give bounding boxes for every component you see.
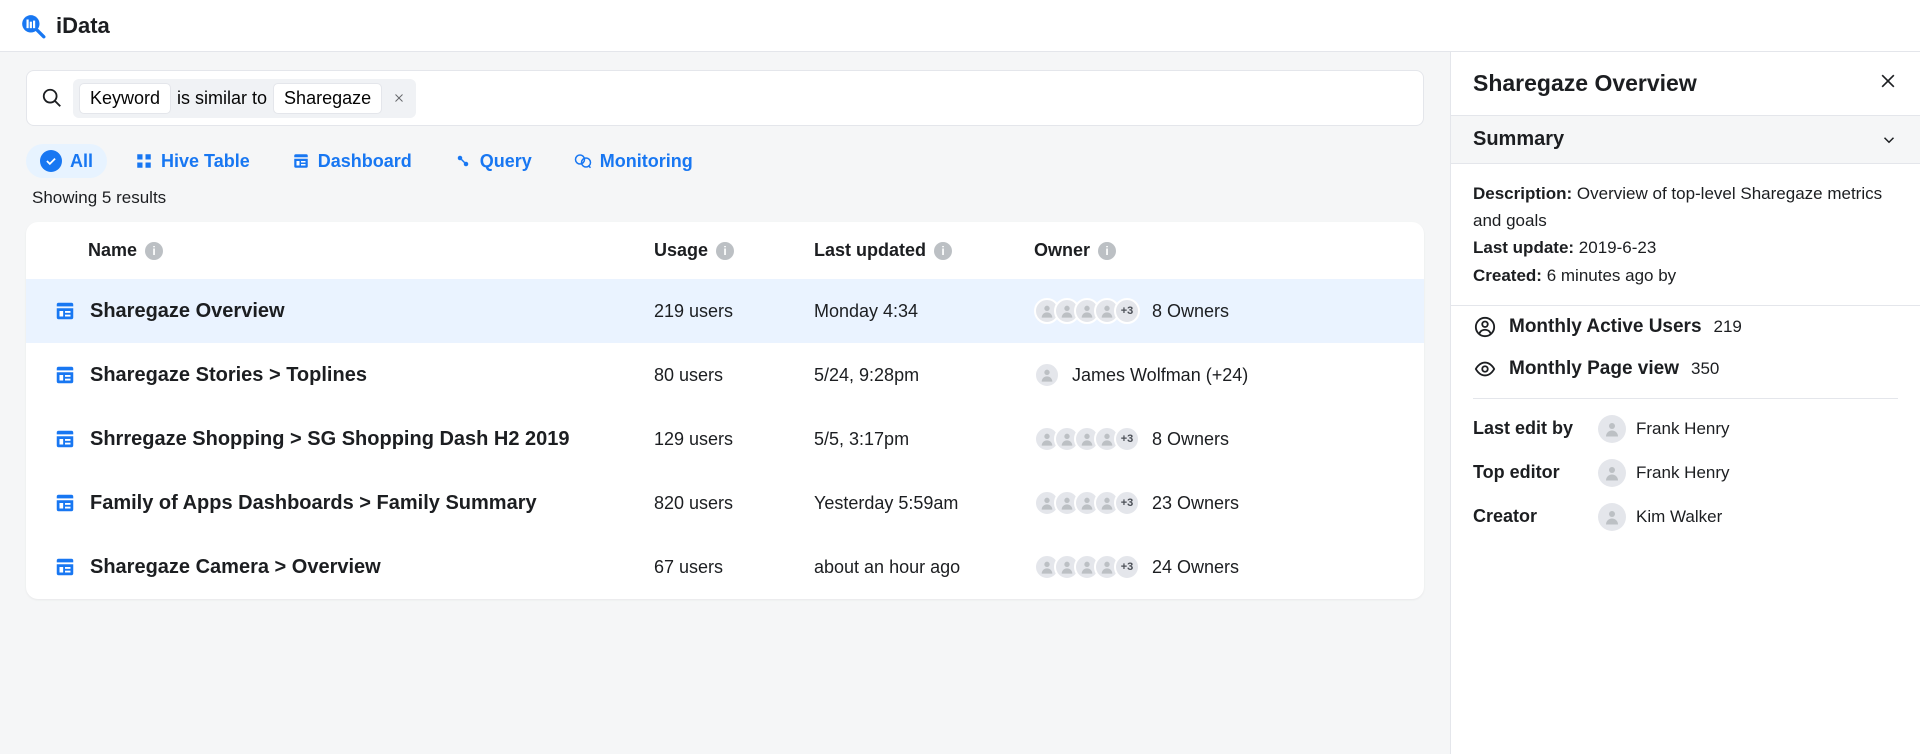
dashboard-icon <box>54 364 76 386</box>
dashboard-icon <box>292 152 310 170</box>
col-usage: Usage <box>654 240 708 261</box>
avatar-more: +3 <box>1114 490 1140 516</box>
row-name: Sharegaze Stories > Toplines <box>90 364 367 387</box>
dashboard-icon <box>54 556 76 578</box>
avatar-stack <box>1034 362 1060 388</box>
token-field: Keyword <box>79 83 171 114</box>
row-updated: Yesterday 5:59am <box>814 493 1034 514</box>
col-owner: Owner <box>1034 240 1090 261</box>
token-value: Sharegaze <box>273 83 382 114</box>
row-owner: James Wolfman (+24) <box>1034 362 1374 388</box>
person-row: Top editorFrank Henry <box>1451 451 1920 495</box>
logo[interactable]: iData <box>20 13 110 39</box>
dashboard-icon <box>54 492 76 514</box>
person-row: Last edit byFrank Henry <box>1451 407 1920 451</box>
table-row[interactable]: Shrregaze Shopping > SG Shopping Dash H2… <box>26 407 1424 471</box>
info-icon[interactable]: i <box>716 242 734 260</box>
result-count: Showing 5 results <box>32 188 1424 208</box>
user-icon <box>1473 316 1497 338</box>
avatar <box>1034 362 1060 388</box>
detail-panel: Sharegaze Overview Summary Description: … <box>1450 52 1920 754</box>
table-header: Namei Usagei Last updatedi Owneri <box>26 222 1424 279</box>
row-name: Family of Apps Dashboards > Family Summa… <box>90 492 537 515</box>
results-table: Namei Usagei Last updatedi Owneri Shareg… <box>26 222 1424 599</box>
info-icon[interactable]: i <box>145 242 163 260</box>
row-usage: 820 users <box>654 493 814 514</box>
row-name: Sharegaze Overview <box>90 300 285 323</box>
filter-bar: All Hive Table Dashboard Query Monitoring <box>26 144 1424 178</box>
token-op: is similar to <box>171 84 273 113</box>
summary-toggle[interactable]: Summary <box>1451 115 1920 164</box>
section-title: Summary <box>1473 128 1564 151</box>
col-name: Name <box>88 240 137 261</box>
brand-text: iData <box>56 13 110 39</box>
avatar <box>1598 415 1626 443</box>
filter-hive-table[interactable]: Hive Table <box>121 144 264 178</box>
panel-title: Sharegaze Overview <box>1473 70 1697 97</box>
close-icon[interactable] <box>1878 71 1898 96</box>
row-usage: 219 users <box>654 301 814 322</box>
token-clear[interactable] <box>388 87 410 109</box>
info-icon[interactable]: i <box>934 242 952 260</box>
description-block: Description: Overview of top-level Share… <box>1451 164 1920 306</box>
chevron-down-icon <box>1880 131 1898 149</box>
check-icon <box>40 150 62 172</box>
avatar-more: +3 <box>1114 426 1140 452</box>
row-updated: about an hour ago <box>814 557 1034 578</box>
table-row[interactable]: Sharegaze Stories > Toplines 80 users5/24… <box>26 343 1424 407</box>
search-bar[interactable]: Keyword is similar to Sharegaze <box>26 70 1424 126</box>
filter-all[interactable]: All <box>26 144 107 178</box>
row-usage: 67 users <box>654 557 814 578</box>
query-icon <box>454 152 472 170</box>
info-icon[interactable]: i <box>1098 242 1116 260</box>
stat-row: Monthly Page view350 <box>1451 348 1920 390</box>
row-usage: 129 users <box>654 429 814 450</box>
avatar-stack: +3 <box>1034 298 1140 324</box>
search-icon <box>41 87 63 109</box>
row-usage: 80 users <box>654 365 814 386</box>
row-updated: 5/24, 9:28pm <box>814 365 1034 386</box>
row-updated: Monday 4:34 <box>814 301 1034 322</box>
dashboard-icon <box>54 428 76 450</box>
avatar-stack: +3 <box>1034 554 1140 580</box>
col-updated: Last updated <box>814 240 926 261</box>
row-owner: +324 Owners <box>1034 554 1374 580</box>
filter-dashboard[interactable]: Dashboard <box>278 144 426 178</box>
table-row[interactable]: Sharegaze Overview219 usersMonday 4:34+3… <box>26 279 1424 343</box>
logo-icon <box>20 13 46 39</box>
row-owner: +38 Owners <box>1034 298 1374 324</box>
row-name: Shrregaze Shopping > SG Shopping Dash H2… <box>90 428 570 451</box>
avatar <box>1598 503 1626 531</box>
avatar-stack: +3 <box>1034 490 1140 516</box>
table-row[interactable]: Family of Apps Dashboards > Family Summa… <box>26 471 1424 535</box>
row-updated: 5/5, 3:17pm <box>814 429 1034 450</box>
monitor-icon <box>574 152 592 170</box>
avatar-more: +3 <box>1114 554 1140 580</box>
eye-icon <box>1473 358 1497 380</box>
avatar-stack: +3 <box>1034 426 1140 452</box>
app-header: iData <box>0 0 1920 52</box>
dashboard-icon <box>54 300 76 322</box>
avatar-more: +3 <box>1114 298 1140 324</box>
stat-row: Monthly Active Users219 <box>1451 306 1920 348</box>
filter-query[interactable]: Query <box>440 144 546 178</box>
avatar <box>1598 459 1626 487</box>
row-owner: +323 Owners <box>1034 490 1374 516</box>
search-token[interactable]: Keyword is similar to Sharegaze <box>73 79 416 118</box>
row-owner: +38 Owners <box>1034 426 1374 452</box>
filter-monitoring[interactable]: Monitoring <box>560 144 707 178</box>
table-row[interactable]: Sharegaze Camera > Overview 67 usersabout… <box>26 535 1424 599</box>
grid-icon <box>135 152 153 170</box>
row-name: Sharegaze Camera > Overview <box>90 556 381 579</box>
person-row: CreatorKim Walker <box>1451 495 1920 539</box>
